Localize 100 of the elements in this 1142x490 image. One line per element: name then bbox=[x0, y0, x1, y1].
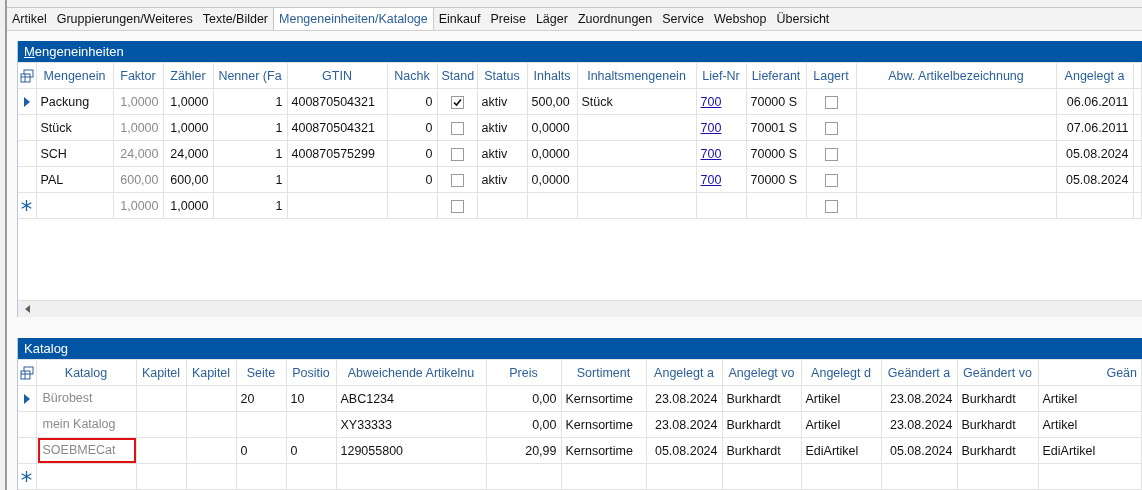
table-cell-text: aktiv bbox=[481, 146, 508, 161]
column-chooser-icon[interactable] bbox=[19, 365, 34, 380]
checkbox[interactable] bbox=[450, 199, 464, 213]
table-cell-text: 400870504321 bbox=[291, 120, 375, 135]
table-cell-text: 06.06.2011 bbox=[1066, 94, 1129, 109]
table-cell-text: 1,0000 bbox=[120, 94, 159, 109]
table-cell-text: Stück bbox=[40, 120, 72, 135]
tab[interactable]: Artikel bbox=[7, 8, 52, 30]
table-cell-text: aktiv bbox=[481, 94, 508, 109]
table-cell-text: 20,99 bbox=[525, 443, 557, 458]
table-cell-text: 0 bbox=[425, 120, 433, 135]
table-cell-text: Bürobest bbox=[42, 390, 93, 407]
table-cell-text: 05.08.2024 bbox=[1065, 146, 1129, 161]
table-cell-text: 20 bbox=[240, 391, 255, 406]
table-cell-text: 10 bbox=[290, 391, 305, 406]
tab[interactable]: Texte/Bilder bbox=[197, 8, 273, 30]
scroll-left-icon[interactable] bbox=[24, 305, 30, 313]
table-cell-text: 70001 S bbox=[750, 120, 798, 135]
table-cell-text: 24,000 bbox=[170, 146, 209, 161]
table-cell-text: Burkhardt bbox=[726, 443, 781, 458]
checkbox[interactable] bbox=[824, 173, 838, 187]
table-cell-text: 23.08.2024 bbox=[654, 391, 718, 406]
tab[interactable]: Service bbox=[657, 8, 709, 30]
table-cell-text: 05.08.2024 bbox=[1065, 172, 1129, 187]
table-cell-text: 0 bbox=[425, 94, 433, 109]
table-cell-text: 400870575299 bbox=[291, 146, 375, 161]
column-header[interactable]: GTIN bbox=[322, 68, 352, 83]
table-cell-text: Burkhardt bbox=[961, 417, 1016, 432]
table-cell-text: mein Katalog bbox=[42, 416, 116, 433]
tab[interactable]: Preise bbox=[485, 8, 531, 30]
column-chooser-icon[interactable] bbox=[19, 68, 34, 83]
table-cell-text: 70000 S bbox=[750, 146, 798, 161]
table-cell-text: Kernsortime bbox=[565, 391, 633, 406]
table-cell-text: 600,00 bbox=[120, 172, 159, 187]
table-cell-text: 23.08.2024 bbox=[889, 417, 953, 432]
table-cell-text: Artikel bbox=[1042, 391, 1078, 406]
checkbox[interactable] bbox=[824, 121, 838, 135]
row-pointer-icon bbox=[23, 96, 30, 107]
table-cell-text: Artikel bbox=[805, 391, 841, 406]
tab[interactable]: Einkauf bbox=[433, 8, 486, 30]
table-cell-text: 1 bbox=[275, 172, 283, 187]
table-cell-text: Artikel bbox=[1042, 417, 1078, 432]
table-cell-text: aktiv bbox=[481, 172, 508, 187]
table-cell-text: 1,0000 bbox=[170, 120, 209, 135]
panel-title: Katalog bbox=[18, 338, 1142, 359]
table-cell-text: 07.06.2011 bbox=[1066, 120, 1129, 135]
table-cell-text: 0,00 bbox=[532, 391, 557, 406]
table-cell-text: 23.08.2024 bbox=[654, 417, 718, 432]
tab[interactable]: Zuordnungen bbox=[572, 8, 658, 30]
table-cell-text: 0,0000 bbox=[531, 120, 570, 135]
panel-title: Mengeneinheiten bbox=[18, 41, 1142, 62]
column-header[interactable]: Geän bbox=[1106, 365, 1137, 380]
table-cell-text: 1 bbox=[275, 198, 283, 213]
table-cell-text: SOEBMECat bbox=[42, 442, 116, 459]
table-cell-text: 0 bbox=[240, 443, 248, 458]
checkbox[interactable] bbox=[824, 147, 838, 161]
table-cell-text: Burkhardt bbox=[961, 391, 1016, 406]
new-row-icon bbox=[21, 471, 33, 482]
table-cell-text: 70000 S bbox=[750, 94, 798, 109]
checkbox[interactable] bbox=[450, 173, 464, 187]
table-cell-text: 23.08.2024 bbox=[889, 391, 953, 406]
table-cell-text: Kernsortime bbox=[565, 417, 633, 432]
table-cell-text: 24,000 bbox=[120, 146, 159, 161]
table-cell-text: 1,0000 bbox=[170, 94, 209, 109]
checkbox[interactable] bbox=[450, 147, 464, 161]
checkbox[interactable] bbox=[824, 199, 838, 213]
table-cell-text: aktiv bbox=[481, 120, 508, 135]
tab[interactable]: Webshop bbox=[708, 8, 772, 30]
tab[interactable]: Läger bbox=[530, 8, 573, 30]
table-cell-text: Artikel bbox=[805, 417, 841, 432]
row-pointer-icon bbox=[23, 393, 30, 404]
table-cell-text: 0 bbox=[425, 146, 433, 161]
table-cell-text: 600,00 bbox=[170, 172, 209, 187]
checkbox[interactable] bbox=[824, 95, 838, 109]
table-cell-text: 1,0000 bbox=[120, 198, 159, 213]
tab[interactable]: Mengeneinheiten/Kataloge bbox=[273, 8, 434, 30]
table-cell-text: 1 bbox=[275, 120, 283, 135]
table-cell-text: 0 bbox=[290, 443, 298, 458]
new-row-icon bbox=[21, 200, 33, 211]
tab[interactable]: Gruppierungen/Weiteres bbox=[51, 8, 198, 30]
table-cell-text: Burkhardt bbox=[726, 417, 781, 432]
table-cell-text: 05.08.2024 bbox=[654, 443, 718, 458]
table-cell-text: 1 bbox=[275, 94, 283, 109]
tab[interactable]: Übersicht bbox=[771, 8, 835, 30]
table-cell-text: 0 bbox=[425, 172, 433, 187]
checkbox[interactable] bbox=[450, 95, 464, 109]
table-cell-text: 129055800 bbox=[340, 443, 404, 458]
table-cell-text: 05.08.2024 bbox=[889, 443, 953, 458]
table-cell-text: SCH bbox=[40, 146, 67, 161]
table-cell-text: 1,0000 bbox=[120, 120, 159, 135]
table-cell-text: ABC1234 bbox=[340, 391, 394, 406]
table-cell-text: Packung bbox=[40, 94, 90, 109]
table-cell-text: 500,00 bbox=[531, 94, 570, 109]
checkbox[interactable] bbox=[450, 121, 464, 135]
table-cell-text: 1,0000 bbox=[170, 198, 209, 213]
table-cell-text: Kernsortime bbox=[565, 443, 633, 458]
table-cell-text: 0,00 bbox=[532, 417, 557, 432]
table-cell-text: EdiArtikel bbox=[805, 443, 859, 458]
table-cell-text: Burkhardt bbox=[726, 391, 781, 406]
table-cell-text: Stück bbox=[581, 94, 613, 109]
